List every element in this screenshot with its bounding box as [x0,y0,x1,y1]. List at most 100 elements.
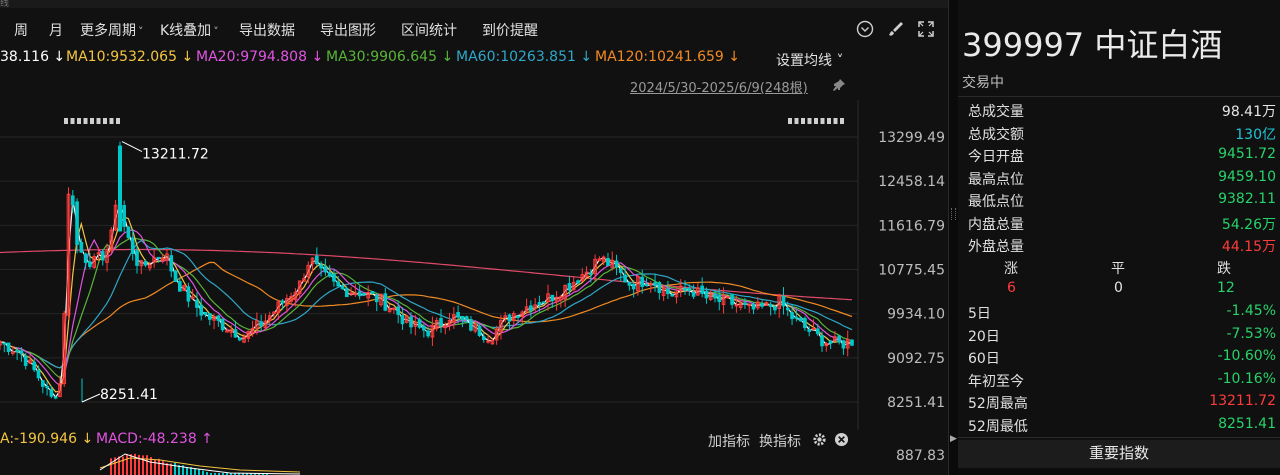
candle-body [422,325,426,331]
event-marker [64,118,68,124]
price-alert-button[interactable]: 到价提醒 [482,20,538,40]
stock-title: 399997 中证白酒 [962,26,1223,64]
candle-body [383,293,388,311]
candle-body [195,299,199,308]
ma120-value: MA120:10241.659 ↓ [595,49,740,65]
candle-body [828,340,833,344]
quote-row-value: 54.26万 [1221,216,1276,233]
candle-body [815,328,820,335]
event-marker [96,118,101,124]
gear-icon[interactable] [812,432,827,447]
event-marker [814,118,818,124]
event-marker [833,118,838,124]
breadth-up-label: 涨 [1004,261,1018,277]
candle-body [135,250,139,266]
quote-row: 今日开盘 9451.72 [958,144,1280,166]
macd-bar [194,468,196,475]
candle-body [156,256,161,259]
kline-overlay-dropdown[interactable]: K线叠加 ˅ [160,20,219,40]
candle-body [177,281,182,292]
candle-body [618,268,623,273]
event-marker [90,118,94,124]
candle-body [841,340,846,349]
export-data-button[interactable]: 导出数据 [239,20,295,40]
bottom-strip [958,468,1280,475]
macd-legend: A:-190.946 ↓ MACD:-48.238 ↑ 加指标 换指标 [0,430,948,450]
event-marker [794,118,799,124]
kline-chart[interactable]: 13299.49 12458.14 11616.79 10775.45 9934.10 9… [0,100,948,430]
pin-icon[interactable] [832,78,846,92]
candle-body [644,284,649,287]
performance-label: 60日 [968,351,1000,368]
candle-body [19,350,24,355]
date-range-link[interactable]: 2024/5/30-2025/6/9(248根) [630,77,808,96]
quote-row-value: 98.41万 [1221,104,1276,120]
macd-bar [146,455,148,475]
ma-settings-dropdown[interactable]: 设置均线 ˅ [776,50,843,70]
divider [958,96,1280,97]
quote-row-value: 9451.72 [1218,146,1276,162]
tab-month[interactable]: 月 [49,20,63,40]
panel-splitter[interactable]: ▶ [948,0,958,475]
collapse-arrow-icon[interactable]: ▶ [950,434,957,444]
macd-tick-label: 887.83 [896,448,945,464]
macd-bar [198,469,200,475]
chevron-down-icon: ˅ [138,25,144,38]
low-pointer [81,393,101,403]
chevron-down-icon: ˅ [213,25,219,38]
candle-body [374,295,379,303]
candle-body [169,255,174,272]
y-tick-label: 11616.79 [878,218,945,234]
divider [958,437,1280,438]
candle-body [477,325,482,336]
candle-body [130,237,135,254]
macd-bar [154,459,156,475]
candle-body [691,291,696,297]
candle-body [15,349,19,352]
candle-body [186,286,191,302]
candle-body [537,302,542,306]
performance-label: 20日 [968,328,1000,345]
candle-body [36,369,41,379]
tab-week[interactable]: 周 [14,20,28,40]
close-icon[interactable] [834,432,849,447]
important-index-button[interactable]: 重要指数 [958,440,1280,468]
candle-body [340,285,345,290]
candle-body [96,252,101,255]
quote-row: 外盘总量 44.15万 [958,234,1280,256]
fullscreen-icon[interactable] [916,19,936,39]
quote-row-value: 9382.11 [1218,191,1276,207]
candle-body [392,307,396,310]
ma5-value: 38.116 ↓ [0,49,66,65]
range-stats-button[interactable]: 区间统计 [401,20,457,40]
candle-body [670,294,675,297]
candle-body [319,264,323,269]
breadth-flat-label: 平 [1111,261,1125,277]
y-axis: 13299.49 12458.14 11616.79 10775.45 9934.10 9… [878,130,945,411]
high-pointer [121,141,143,153]
event-marker [788,118,792,124]
candle-body [118,145,122,232]
candle-body [529,305,533,312]
brush-icon[interactable] [886,19,906,39]
candle-body [683,287,687,291]
candle-body [357,291,362,297]
candle-body [507,314,512,322]
more-period-dropdown[interactable]: 更多周期 ˅ [80,20,144,40]
y-tick-label: 9934.10 [887,307,945,323]
candle-body [794,316,799,319]
event-marker [103,118,107,124]
candle-body [773,306,777,311]
chevron-circle-icon[interactable] [855,19,875,39]
quote-row: 最高点位 9459.10 [958,167,1280,189]
splitter-grip[interactable] [951,208,956,220]
chart-toolbar: 周 月 更多周期 ˅ K线叠加 ˅ 导出数据 导出图形 区间统计 到价提醒 [0,12,948,48]
export-chart-button[interactable]: 导出图形 [320,20,376,40]
candle-body [704,290,709,299]
candle-body [614,260,619,268]
more-period-label: 更多周期 [80,23,136,39]
performance-value: 13211.72 [1209,393,1276,410]
performance-row: 52周最高 13211.72 [958,391,1280,413]
kline-overlay-label: K线叠加 [160,23,212,39]
market-breadth: 涨 平 跌 6 0 12 [958,256,1280,302]
